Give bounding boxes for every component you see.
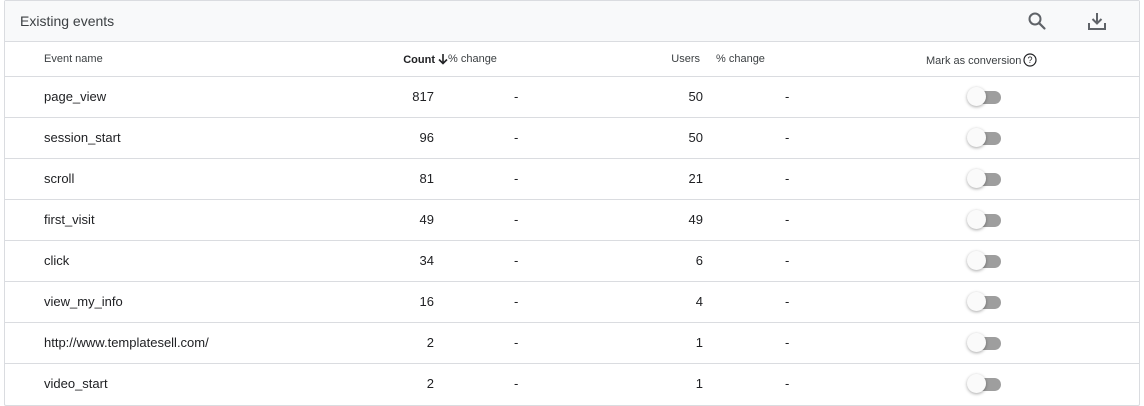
count-change: - — [514, 89, 519, 104]
card-header: Existing events — [5, 1, 1139, 42]
existing-events-card: Existing events Event name Count % chang… — [4, 0, 1140, 406]
table-row: http://www.templatesell.com/ 2 - 1 - — [5, 323, 1139, 364]
users-change: - — [785, 212, 790, 227]
mark-as-conversion-toggle[interactable] — [967, 292, 1003, 311]
search-icon[interactable] — [1025, 9, 1049, 33]
event-count: 49 — [419, 212, 434, 227]
table-row: video_start 2 - 1 - — [5, 364, 1139, 404]
event-name: http://www.templatesell.com/ — [44, 335, 209, 350]
users-change: - — [785, 130, 790, 145]
toggle-knob — [967, 374, 986, 393]
event-count: 34 — [419, 253, 434, 268]
event-name: session_start — [44, 130, 121, 145]
column-header-mark-as-conversion-label: Mark as conversion — [926, 55, 1022, 67]
mark-as-conversion-toggle[interactable] — [967, 169, 1003, 188]
toggle-knob — [967, 251, 986, 270]
event-count: 16 — [419, 294, 434, 309]
event-users: 4 — [695, 294, 703, 309]
table-row: click 34 - 6 - — [5, 241, 1139, 282]
count-change: - — [514, 130, 519, 145]
users-change: - — [785, 376, 790, 391]
mark-as-conversion-toggle[interactable] — [967, 374, 1003, 393]
count-change: - — [514, 253, 519, 268]
toggle-knob — [967, 210, 986, 229]
count-change: - — [514, 376, 519, 391]
event-name: view_my_info — [44, 294, 123, 309]
users-change: - — [785, 335, 790, 350]
event-users: 50 — [688, 89, 703, 104]
toggle-knob — [967, 87, 986, 106]
mark-as-conversion-toggle[interactable] — [967, 87, 1003, 106]
event-users: 49 — [688, 212, 703, 227]
table-row: first_visit 49 - 49 - — [5, 200, 1139, 241]
toggle-knob — [967, 292, 986, 311]
event-count: 817 — [412, 89, 434, 104]
count-change: - — [514, 171, 519, 186]
users-change: - — [785, 171, 790, 186]
event-name: video_start — [44, 376, 108, 391]
mark-as-conversion-toggle[interactable] — [967, 210, 1003, 229]
event-name: scroll — [44, 171, 75, 186]
event-users: 6 — [695, 253, 703, 268]
event-count: 81 — [419, 171, 434, 186]
event-users: 21 — [688, 171, 703, 186]
users-change: - — [785, 294, 790, 309]
download-icon[interactable] — [1085, 9, 1109, 33]
table-row: view_my_info 16 - 4 - — [5, 282, 1139, 323]
mark-as-conversion-toggle[interactable] — [967, 333, 1003, 352]
count-change: - — [514, 212, 519, 227]
event-users: 1 — [695, 335, 703, 350]
event-users: 1 — [695, 376, 703, 391]
mark-as-conversion-toggle[interactable] — [967, 251, 1003, 270]
help-icon[interactable]: ? — [1023, 53, 1037, 70]
column-header-users-change[interactable]: % change — [716, 53, 765, 65]
svg-text:?: ? — [1028, 55, 1033, 65]
column-header-mark-as-conversion: Mark as conversion? — [926, 53, 1037, 70]
toggle-knob — [967, 169, 986, 188]
mark-as-conversion-toggle[interactable] — [967, 128, 1003, 147]
table-row: session_start 96 - 50 - — [5, 118, 1139, 159]
column-header-count-label: Count — [403, 54, 435, 66]
toggle-knob — [967, 128, 986, 147]
event-users: 50 — [688, 130, 703, 145]
column-header-count[interactable]: Count — [403, 53, 449, 68]
event-name: first_visit — [44, 212, 95, 227]
toggle-knob — [967, 333, 986, 352]
column-header-event-name[interactable]: Event name — [44, 53, 103, 65]
event-name: page_view — [44, 89, 107, 104]
card-title: Existing events — [20, 13, 115, 29]
event-count: 96 — [419, 130, 434, 145]
column-header-count-change[interactable]: % change — [448, 53, 497, 65]
table-row: scroll 81 - 21 - — [5, 159, 1139, 200]
table-header: Event name Count % change Users % change… — [5, 42, 1139, 77]
table-row: page_view 817 - 50 - — [5, 77, 1139, 118]
events-table-body: page_view 817 - 50 - session_start 96 - … — [5, 77, 1139, 404]
event-count: 2 — [426, 335, 434, 350]
users-change: - — [785, 253, 790, 268]
event-name: click — [44, 253, 70, 268]
users-change: - — [785, 89, 790, 104]
column-header-users[interactable]: Users — [671, 53, 700, 65]
count-change: - — [514, 294, 519, 309]
event-count: 2 — [426, 376, 434, 391]
count-change: - — [514, 335, 519, 350]
